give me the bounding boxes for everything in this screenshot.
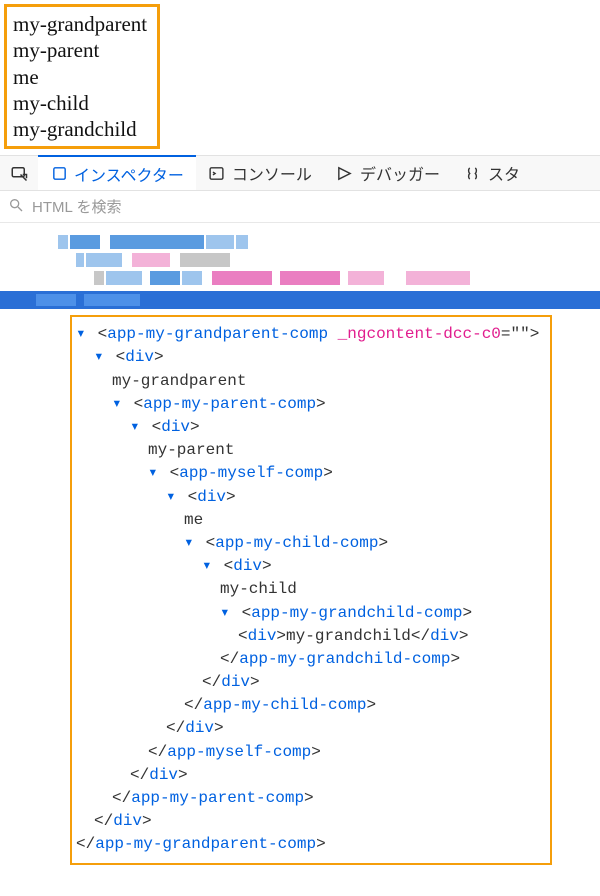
rendered-line: my-grandchild xyxy=(13,116,147,142)
dom-tree: ▾ <app-my-grandparent-comp _ngcontent-dc… xyxy=(70,315,552,864)
rendered-line: my-child xyxy=(13,90,147,116)
dom-text[interactable]: my-parent xyxy=(76,439,546,462)
tab-label: コンソール xyxy=(232,161,312,185)
twisty-icon[interactable]: ▾ xyxy=(94,346,106,369)
twisty-icon[interactable]: ▾ xyxy=(130,416,142,439)
style-icon xyxy=(464,164,482,182)
twisty-icon[interactable]: ▾ xyxy=(76,323,88,346)
dom-node[interactable]: ▾ <div> xyxy=(76,555,546,578)
console-icon xyxy=(208,164,226,182)
dom-node[interactable]: <div>my-grandchild</div> xyxy=(76,625,546,648)
tab-debugger[interactable]: デバッガー xyxy=(324,156,452,190)
inspector-icon xyxy=(50,165,68,183)
dom-close[interactable]: </div> xyxy=(76,810,546,833)
search-placeholder: HTML を検索 xyxy=(32,196,121,217)
dom-node[interactable]: ▾ <div> xyxy=(76,346,546,369)
selected-dom-row[interactable] xyxy=(0,291,600,309)
dom-node[interactable]: ▾ <div> xyxy=(76,416,546,439)
dom-node[interactable]: ▾ <div> xyxy=(76,486,546,509)
twisty-icon[interactable]: ▾ xyxy=(202,555,214,578)
tab-label: インスペクター xyxy=(74,162,184,186)
twisty-icon[interactable]: ▾ xyxy=(184,532,196,555)
tab-console[interactable]: コンソール xyxy=(196,156,324,190)
rendered-line: my-parent xyxy=(13,37,147,63)
twisty-icon[interactable]: ▾ xyxy=(148,462,160,485)
twisty-icon[interactable]: ▾ xyxy=(166,486,178,509)
blurred-dom-rows xyxy=(0,223,600,285)
dom-text[interactable]: me xyxy=(76,509,546,532)
dom-close[interactable]: </app-myself-comp> xyxy=(76,741,546,764)
dom-close[interactable]: </app-my-parent-comp> xyxy=(76,787,546,810)
dom-close[interactable]: </app-my-child-comp> xyxy=(76,694,546,717)
dom-node[interactable]: ▾ <app-my-grandchild-comp> xyxy=(76,602,546,625)
rendered-line: me xyxy=(13,64,147,90)
tab-label: デバッガー xyxy=(360,161,440,185)
dom-text[interactable]: my-child xyxy=(76,578,546,601)
dom-close[interactable]: </div> xyxy=(76,717,546,740)
debugger-icon xyxy=(336,164,354,182)
page-render-output: my-grandparent my-parent me my-child my-… xyxy=(4,4,160,149)
html-search-bar[interactable]: HTML を検索 xyxy=(0,191,600,223)
twisty-icon[interactable]: ▾ xyxy=(112,393,124,416)
dom-close[interactable]: </app-my-grandparent-comp> xyxy=(76,833,546,856)
dom-node[interactable]: ▾ <app-my-grandparent-comp _ngcontent-dc… xyxy=(76,323,546,346)
element-picker-icon xyxy=(10,164,28,182)
dom-node[interactable]: ▾ <app-my-parent-comp> xyxy=(76,393,546,416)
dom-node[interactable]: ▾ <app-my-child-comp> xyxy=(76,532,546,555)
twisty-icon[interactable]: ▾ xyxy=(220,602,232,625)
search-icon xyxy=(8,197,24,217)
tab-style-editor[interactable]: スタ xyxy=(452,156,532,190)
element-picker-button[interactable] xyxy=(0,156,38,190)
rendered-line: my-grandparent xyxy=(13,11,147,37)
dom-node[interactable]: ▾ <app-myself-comp> xyxy=(76,462,546,485)
dom-close[interactable]: </div> xyxy=(76,671,546,694)
dom-close[interactable]: </div> xyxy=(76,764,546,787)
dom-text[interactable]: my-grandparent xyxy=(76,370,546,393)
tab-inspector[interactable]: インスペクター xyxy=(38,155,196,190)
dom-close[interactable]: </app-my-grandchild-comp> xyxy=(76,648,546,671)
tab-label: スタ xyxy=(488,161,520,185)
devtools-tabbar: インスペクター コンソール デバッガー スタ xyxy=(0,155,600,191)
